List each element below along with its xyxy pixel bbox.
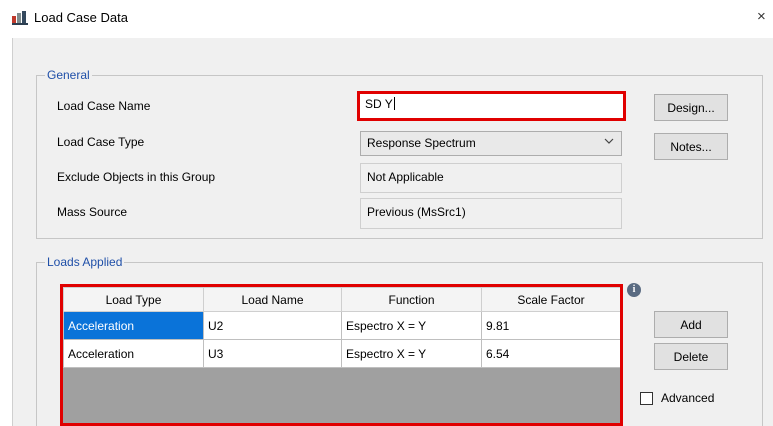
cell-scale-factor[interactable]: 9.81 bbox=[481, 311, 620, 340]
cell-load-type[interactable]: Acceleration bbox=[63, 339, 204, 368]
window-title: Load Case Data bbox=[34, 10, 128, 25]
chevron-down-icon bbox=[604, 138, 614, 144]
add-button[interactable]: Add bbox=[654, 311, 728, 338]
cell-load-name[interactable]: U2 bbox=[203, 311, 342, 340]
load-case-name-value: SD Y bbox=[365, 97, 393, 111]
advanced-checkbox[interactable] bbox=[640, 392, 653, 405]
cell-function[interactable]: Espectro X = Y bbox=[341, 311, 482, 340]
load-case-type-select[interactable]: Response Spectrum bbox=[360, 131, 622, 156]
mass-source-value: Previous (MsSrc1) bbox=[367, 205, 466, 219]
mass-source-label: Mass Source bbox=[57, 205, 128, 219]
column-header-load-type[interactable]: Load Type bbox=[63, 287, 204, 312]
exclude-objects-field: Not Applicable bbox=[360, 163, 622, 193]
delete-button[interactable]: Delete bbox=[654, 343, 728, 370]
column-header-function[interactable]: Function bbox=[341, 287, 482, 312]
load-case-name-input[interactable]: SD Y bbox=[357, 91, 626, 121]
cell-load-type[interactable]: Acceleration bbox=[63, 311, 204, 340]
close-icon[interactable]: × bbox=[757, 8, 766, 25]
app-icon bbox=[12, 11, 28, 25]
title-bar: Load Case Data × bbox=[0, 0, 773, 38]
loads-table: Load Type Load Name Function Scale Facto… bbox=[63, 287, 620, 368]
advanced-label: Advanced bbox=[661, 391, 715, 405]
table-row[interactable]: Acceleration U3 Espectro X = Y 6.54 bbox=[63, 339, 620, 368]
load-case-name-label: Load Case Name bbox=[57, 99, 151, 113]
text-caret bbox=[393, 97, 395, 110]
loads-table-container: Load Type Load Name Function Scale Facto… bbox=[60, 284, 623, 426]
column-header-scale-factor[interactable]: Scale Factor bbox=[481, 287, 620, 312]
mass-source-field: Previous (MsSrc1) bbox=[360, 198, 622, 229]
exclude-objects-label: Exclude Objects in this Group bbox=[57, 170, 216, 184]
table-row[interactable]: Acceleration U2 Espectro X = Y 9.81 bbox=[63, 311, 620, 340]
info-icon[interactable]: i bbox=[627, 283, 641, 297]
loads-applied-legend: Loads Applied bbox=[45, 255, 125, 269]
cell-scale-factor[interactable]: 6.54 bbox=[481, 339, 620, 368]
cell-load-name[interactable]: U3 bbox=[203, 339, 342, 368]
table-header-row: Load Type Load Name Function Scale Facto… bbox=[63, 287, 620, 312]
general-legend: General bbox=[45, 68, 92, 82]
cell-function[interactable]: Espectro X = Y bbox=[341, 339, 482, 368]
exclude-objects-value: Not Applicable bbox=[367, 170, 444, 184]
notes-button[interactable]: Notes... bbox=[654, 133, 728, 160]
column-header-load-name[interactable]: Load Name bbox=[203, 287, 342, 312]
load-case-type-value: Response Spectrum bbox=[367, 136, 476, 150]
design-button[interactable]: Design... bbox=[654, 94, 728, 121]
load-case-type-label: Load Case Type bbox=[57, 135, 145, 149]
